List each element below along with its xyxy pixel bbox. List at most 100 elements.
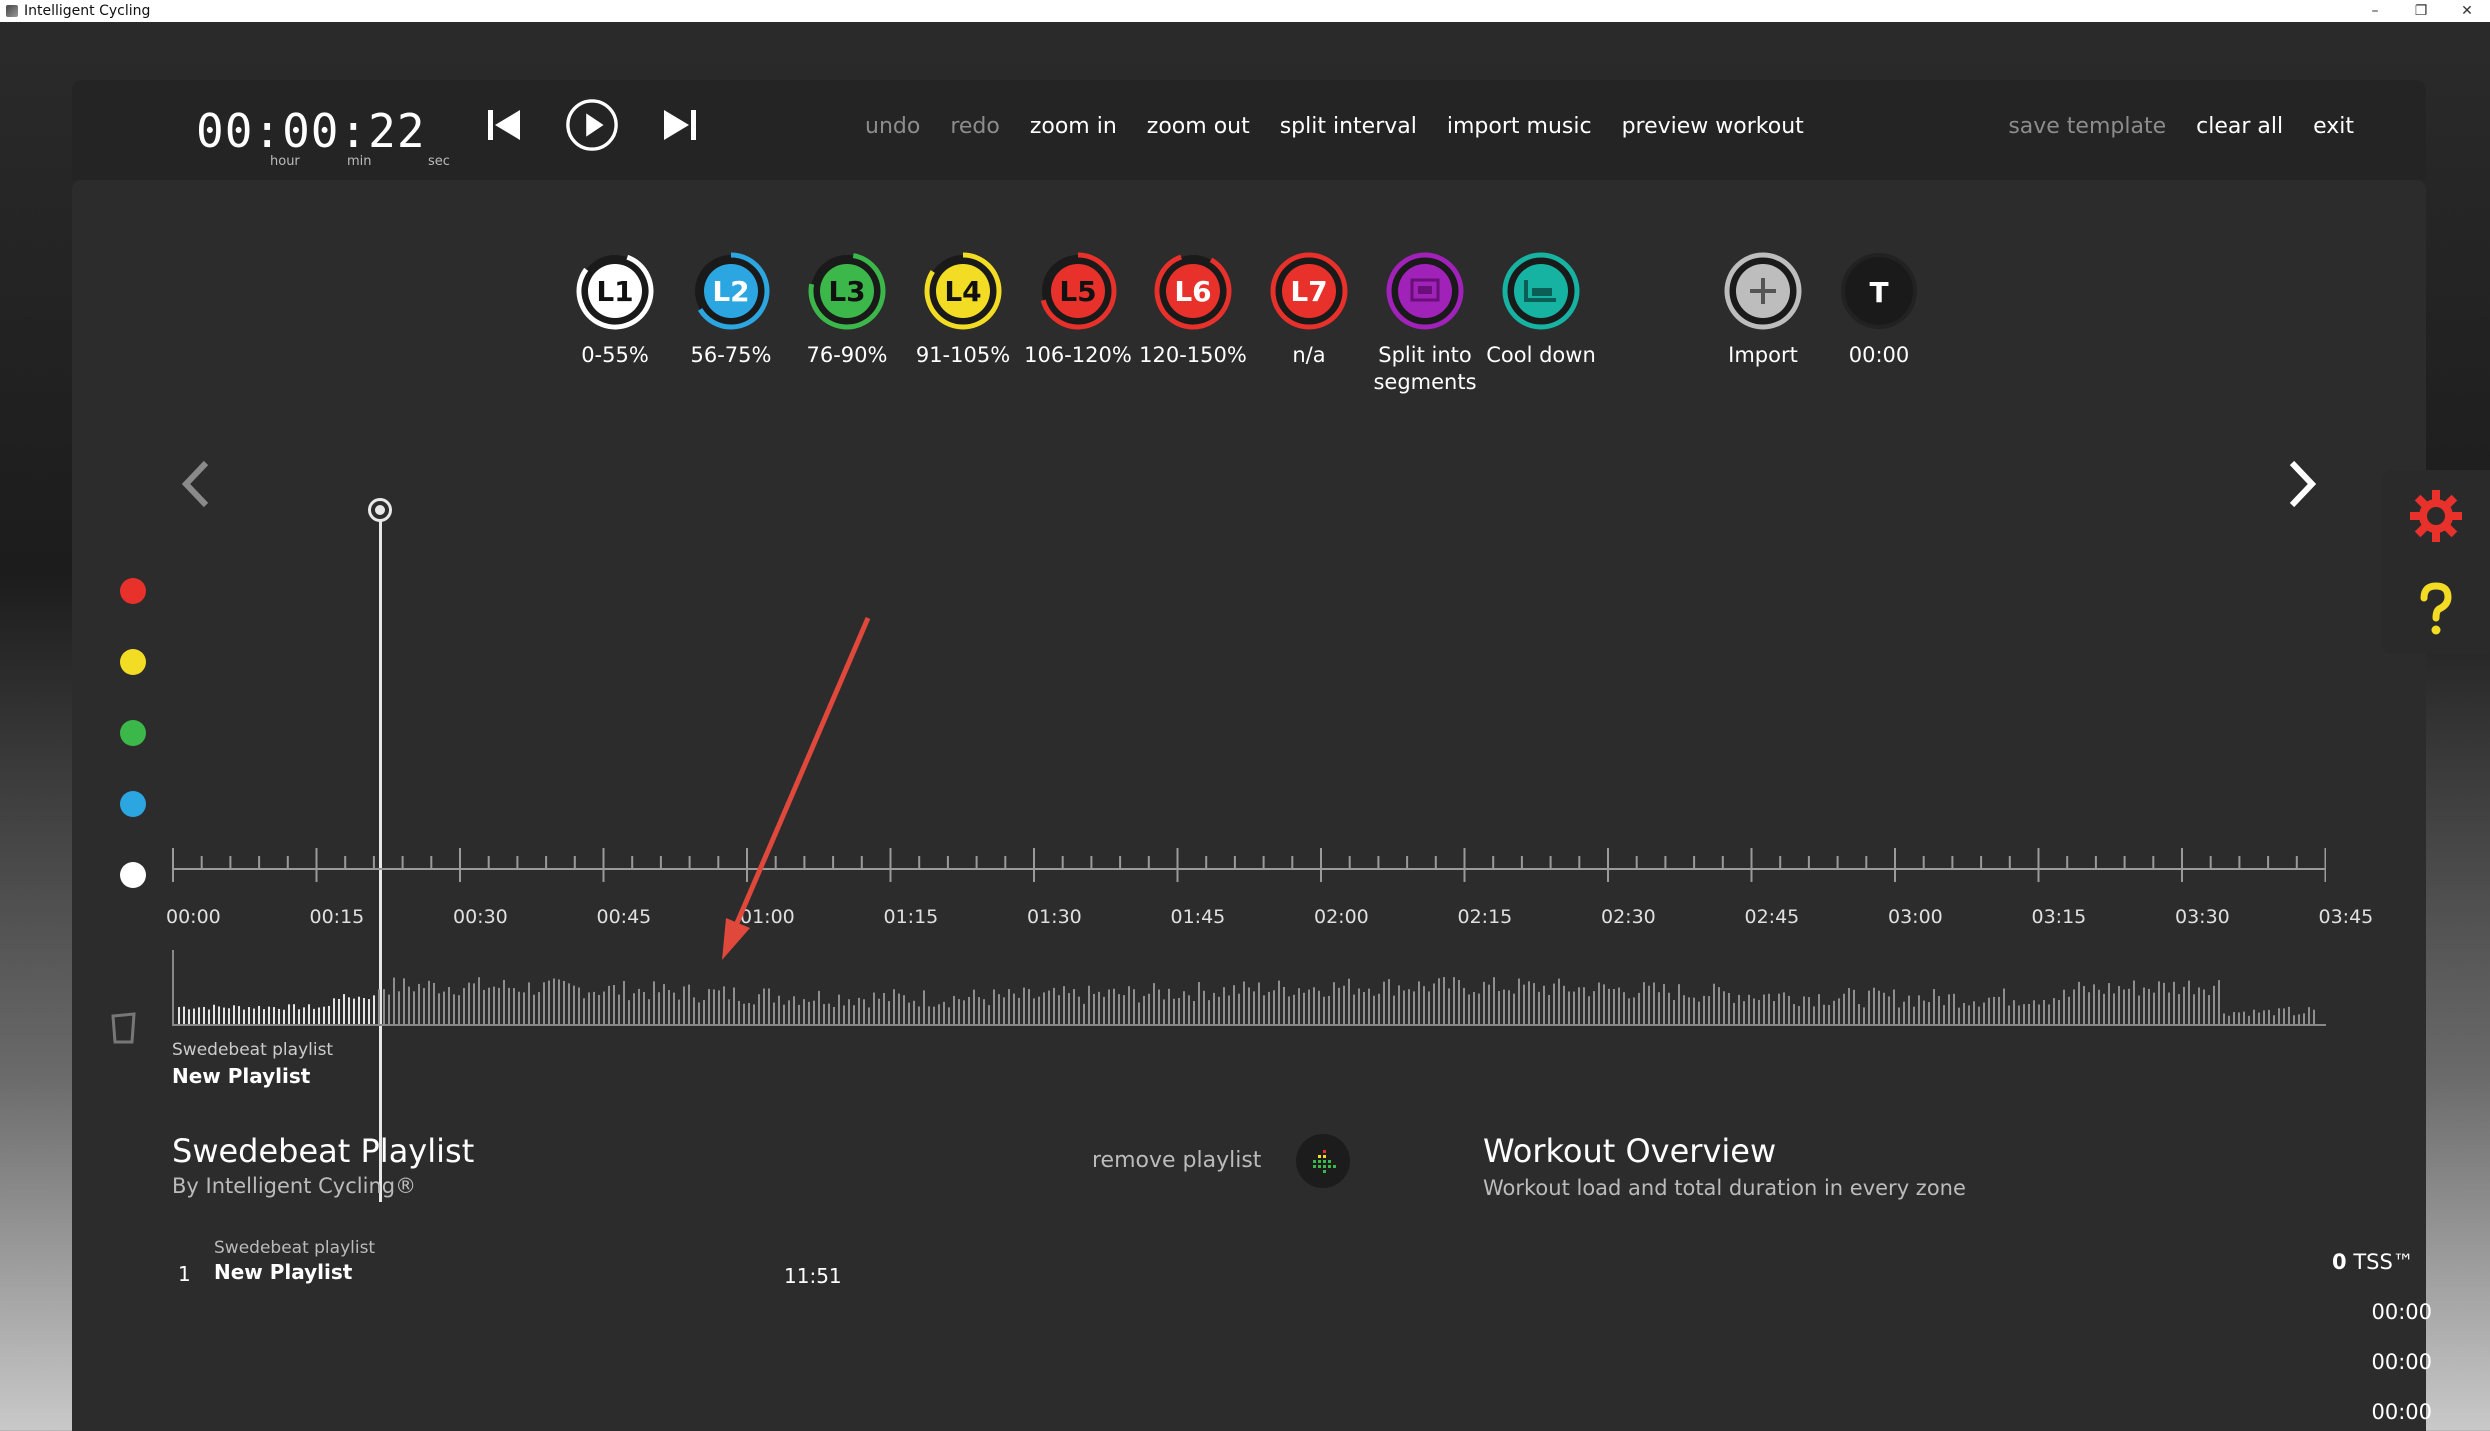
blue-zone-dot (120, 791, 146, 817)
waveform-bar (963, 1000, 965, 1024)
waveform-bar (1218, 996, 1220, 1024)
waveform-bar (1413, 991, 1415, 1024)
skip-forward-button[interactable] (653, 98, 707, 152)
ruler-minor-tick (1980, 856, 1983, 870)
ruler-minor-tick (1119, 856, 1122, 870)
waveform-bar (678, 999, 680, 1024)
skip-forward-icon (664, 110, 696, 140)
file-menu: save template clear all exit (2008, 114, 2354, 139)
zoom-in-button[interactable]: zoom in (1030, 114, 1117, 139)
waveform-bar (1453, 977, 1455, 1024)
waveform-bar (663, 984, 665, 1024)
playhead-handle[interactable] (368, 498, 392, 522)
waveform-bar (2208, 995, 2210, 1024)
ruler-minor-tick (1262, 856, 1265, 870)
waveform-bar (1543, 985, 1545, 1024)
waveform-bar (1838, 998, 1840, 1024)
waveform-bar (293, 1004, 295, 1024)
waveform-bar (1193, 1000, 1195, 1024)
waveform-bar (2063, 989, 2065, 1024)
clear-all-button[interactable]: clear all (2196, 114, 2283, 139)
scroll-right-button[interactable] (2278, 449, 2328, 519)
ruler-minor-tick (946, 856, 949, 870)
waveform-bar (2258, 1012, 2260, 1024)
waveform-bar (2248, 1015, 2250, 1024)
waveform-bar (433, 982, 435, 1024)
import-button[interactable]: Import (1703, 250, 1823, 369)
waveform-bar (648, 999, 650, 1024)
track-row[interactable]: 1 Swedebeat playlist New Playlist 11:51 (172, 1238, 872, 1298)
split-segments-label: Split into segments (1373, 343, 1477, 394)
waveform-bar (1883, 992, 1885, 1024)
waveform-bar (523, 992, 525, 1024)
chevron-left-icon (181, 460, 209, 508)
waveform-bar (493, 986, 495, 1024)
waveform-bar (1318, 990, 1320, 1024)
undo-button[interactable]: undo (865, 114, 920, 139)
settings-gear-icon[interactable] (2408, 488, 2464, 544)
waveform-bar (2218, 980, 2220, 1024)
waveform-bar (1763, 994, 1765, 1024)
waveform-bar (1723, 991, 1725, 1024)
waveform-bar (1978, 1006, 1980, 1024)
split-interval-button[interactable]: split interval (1280, 114, 1417, 139)
waveform-bar (1013, 993, 1015, 1024)
zone-l1-button[interactable]: L1 0-55% (555, 250, 675, 369)
music-waveform[interactable] (172, 950, 2326, 1026)
redo-button[interactable]: redo (950, 114, 1000, 139)
zone-l2-button[interactable]: L2 56-75% (671, 250, 791, 369)
split-segments-button[interactable]: Split into segments (1365, 250, 1485, 396)
waveform-bar (298, 1009, 300, 1024)
playlist-equalizer-button[interactable] (1296, 1134, 1350, 1188)
remove-playlist-button[interactable]: remove playlist (1092, 1148, 1261, 1173)
waveform-bar (243, 1009, 245, 1024)
close-button[interactable]: ✕ (2444, 0, 2490, 22)
zone-duration-1: 00:00 (2371, 1300, 2432, 1324)
waveform-bar (1113, 988, 1115, 1024)
waveform-bar (503, 979, 505, 1024)
save-template-button[interactable]: save template (2008, 114, 2166, 139)
zone-l4-button[interactable]: L4 91-105% (903, 250, 1023, 369)
ruler-ticks (172, 848, 2326, 882)
text-segment-time: 00:00 (1848, 343, 1910, 367)
preview-workout-button[interactable]: preview workout (1622, 114, 1804, 139)
play-button[interactable] (565, 98, 619, 152)
waveform-bar (2198, 987, 2200, 1024)
skip-back-button[interactable] (477, 98, 531, 152)
waveform-bar (1088, 985, 1090, 1024)
cool-down-button[interactable]: Cool down (1481, 250, 1601, 369)
track-number: 1 (178, 1262, 191, 1286)
chevron-right-icon (2289, 460, 2317, 508)
waveform-bar (1058, 995, 1060, 1024)
zone-l7-button[interactable]: L7 n/a (1249, 250, 1369, 369)
waveform-bar (368, 999, 370, 1024)
waveform-bar (363, 998, 365, 1024)
waveform-bar (1223, 987, 1225, 1024)
waveform-bar (2168, 992, 2170, 1024)
waveform-bar (1458, 980, 1460, 1024)
waveform-bar (1703, 995, 1705, 1024)
restore-button[interactable]: ❐ (2398, 0, 2444, 22)
zone-l6-button[interactable]: L6 120-150% (1133, 250, 1253, 369)
annotation-arrow (722, 617, 871, 960)
waveform-bar (943, 1001, 945, 1024)
waveform-bar (1358, 988, 1360, 1024)
minimize-button[interactable]: – (2352, 0, 2398, 22)
zone-l3-button[interactable]: L3 76-90% (787, 250, 907, 369)
zone-l5-button[interactable]: L5 106-120% (1018, 250, 1138, 369)
exit-button[interactable]: exit (2313, 114, 2354, 139)
waveform-bar (1583, 987, 1585, 1024)
scroll-left-button[interactable] (170, 449, 220, 519)
waveform-bar (183, 1006, 185, 1024)
ruler-tick-label: 00:45 (596, 906, 652, 928)
text-segment-button[interactable]: T 00:00 (1819, 250, 1939, 369)
waveform-bar (1878, 990, 1880, 1024)
playlist-bucket-icon[interactable] (110, 1010, 140, 1046)
zoom-out-button[interactable]: zoom out (1147, 114, 1250, 139)
play-icon (566, 99, 618, 151)
waveform-bar (1803, 996, 1805, 1024)
help-question-icon[interactable] (2408, 580, 2464, 640)
timer-min-label: min (347, 154, 372, 169)
import-music-button[interactable]: import music (1447, 114, 1592, 139)
waveform-bar (2173, 981, 2175, 1024)
